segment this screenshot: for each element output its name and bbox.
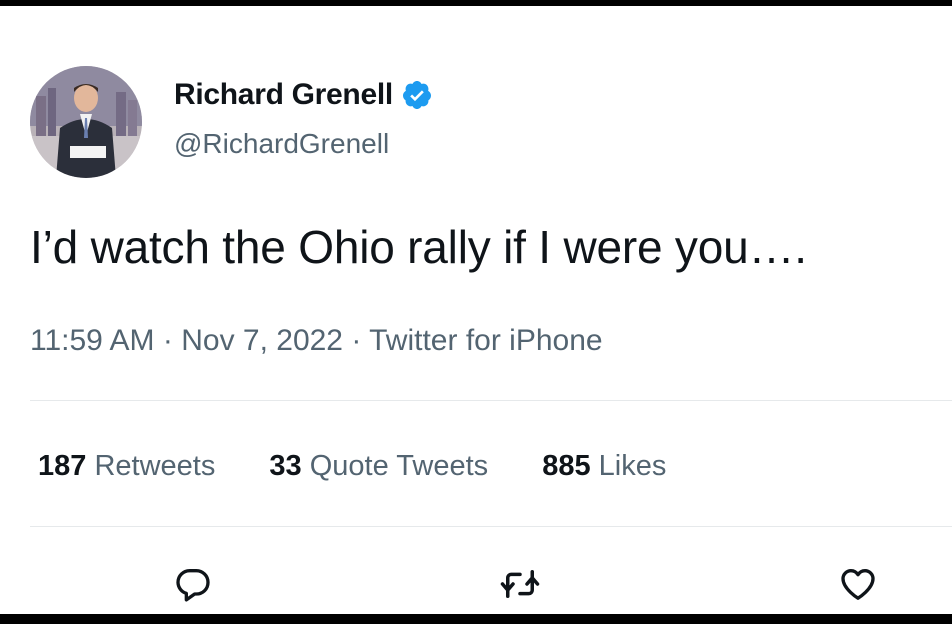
tweet-meta: 11:59 AM · Nov 7, 2022 · Twitter for iPh… bbox=[30, 324, 603, 358]
like-button[interactable] bbox=[834, 562, 882, 610]
reply-icon bbox=[173, 564, 213, 609]
quote-tweets-stat[interactable]: 33 Quote Tweets bbox=[269, 450, 488, 482]
tweet-time[interactable]: 11:59 AM bbox=[30, 324, 155, 357]
avatar[interactable] bbox=[30, 66, 142, 178]
retweet-icon bbox=[499, 563, 541, 610]
meta-separator: · bbox=[351, 324, 362, 357]
likes-label: Likes bbox=[598, 450, 667, 482]
tweet-source[interactable]: Twitter for iPhone bbox=[369, 324, 602, 357]
quote-tweets-label: Quote Tweets bbox=[309, 450, 489, 482]
tweet-date[interactable]: Nov 7, 2022 bbox=[181, 324, 343, 357]
display-name-text: Richard Grenell bbox=[174, 78, 393, 111]
retweets-count: 187 bbox=[38, 450, 87, 482]
verified-badge-icon bbox=[401, 79, 433, 111]
tweet-stats: 187 Retweets 33 Quote Tweets 885 Likes bbox=[38, 450, 712, 483]
likes-stat[interactable]: 885 Likes bbox=[542, 450, 666, 482]
tweet-card: Richard Grenell @RichardGrenell I’d watc… bbox=[0, 6, 952, 614]
retweet-button[interactable] bbox=[496, 562, 544, 610]
meta-separator: · bbox=[162, 324, 173, 357]
heart-icon bbox=[838, 564, 878, 609]
retweets-stat[interactable]: 187 Retweets bbox=[38, 450, 215, 482]
divider bbox=[30, 526, 952, 527]
tweet-text: I’d watch the Ohio rally if I were you…. bbox=[30, 221, 807, 273]
reply-button[interactable] bbox=[169, 562, 217, 610]
divider bbox=[30, 400, 952, 401]
retweets-label: Retweets bbox=[94, 450, 216, 482]
likes-count: 885 bbox=[542, 450, 591, 482]
display-name[interactable]: Richard Grenell bbox=[174, 78, 433, 112]
user-handle[interactable]: @RichardGrenell bbox=[174, 128, 389, 160]
quote-tweets-count: 33 bbox=[269, 450, 302, 482]
